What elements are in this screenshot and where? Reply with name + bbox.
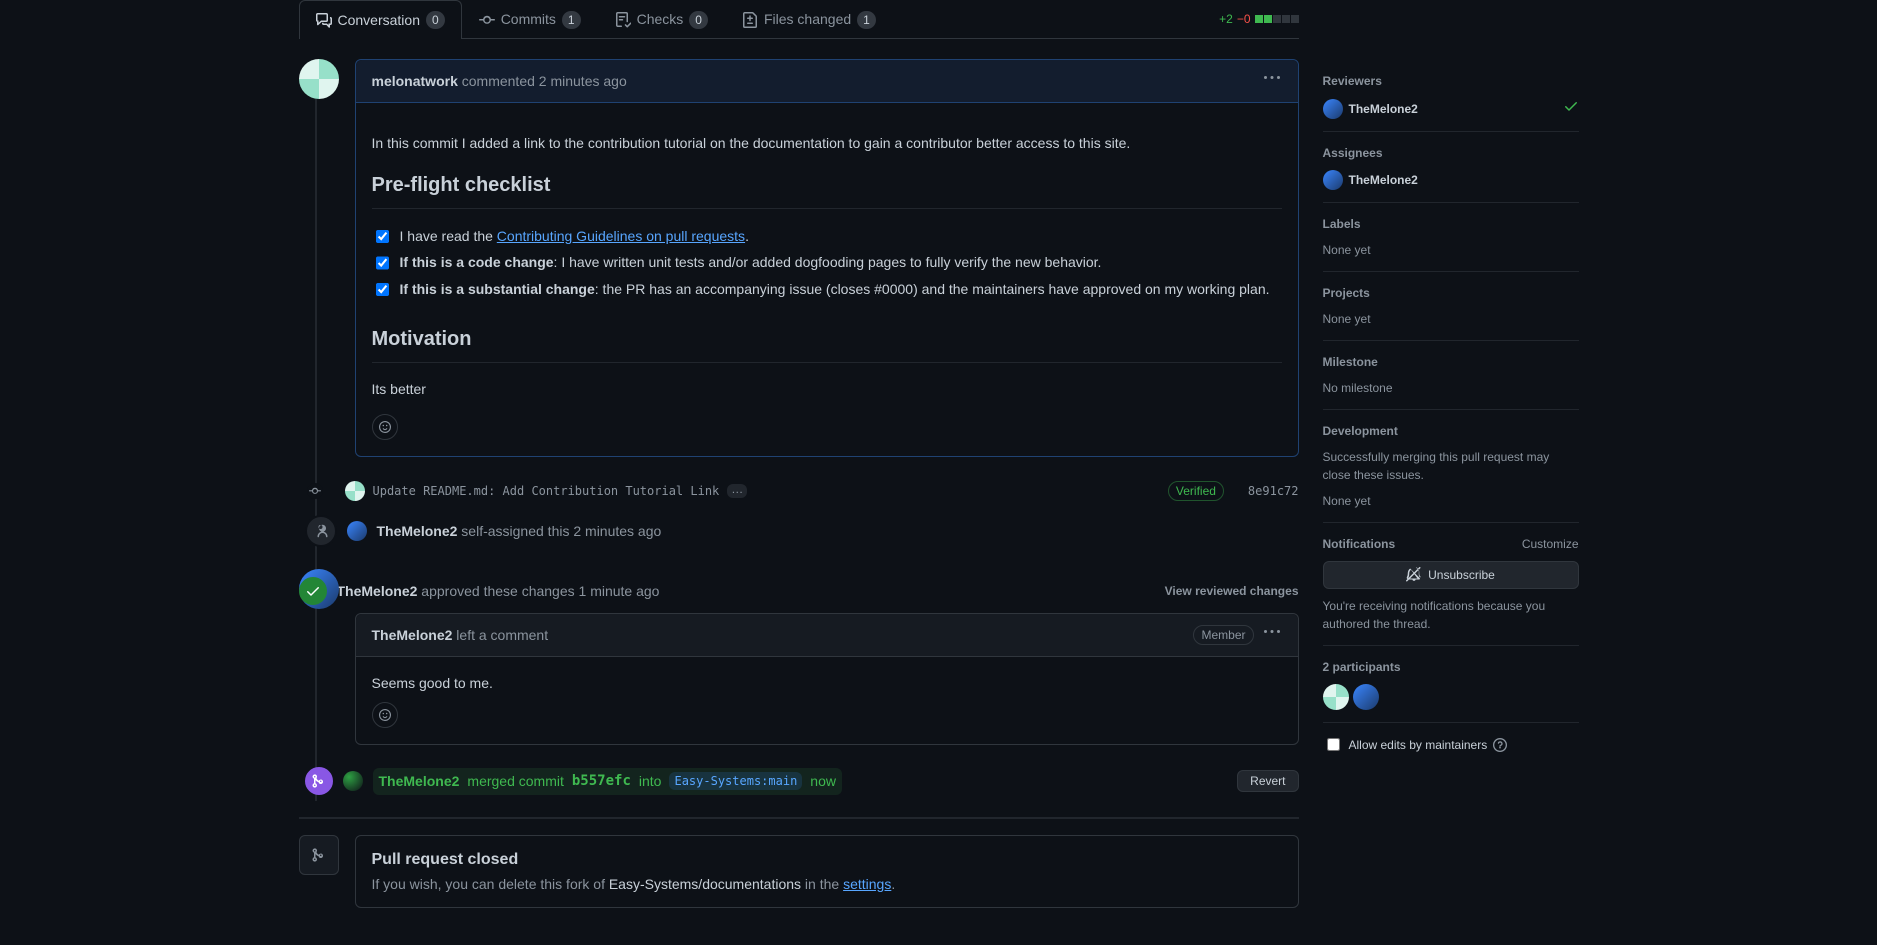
tab-files-label: Files changed (764, 9, 851, 30)
development-value: None yet (1323, 492, 1579, 510)
diff-blocks-icon (1255, 15, 1299, 23)
reviewers-heading[interactable]: Reviewers (1323, 72, 1579, 90)
tab-files-count: 1 (857, 11, 876, 29)
development-desc: Successfully merging this pull request m… (1323, 448, 1579, 484)
checkbox[interactable] (376, 282, 389, 297)
git-merge-icon (305, 767, 333, 795)
milestone-value: No milestone (1323, 379, 1579, 397)
avatar[interactable] (345, 481, 365, 501)
tab-checks-label: Checks (637, 9, 684, 30)
add-reaction-button[interactable] (372, 702, 398, 728)
heading-motivation: Motivation (372, 324, 1282, 363)
kebab-icon[interactable] (1262, 622, 1282, 648)
checkbox[interactable] (376, 229, 389, 244)
commit-row: Update README.md: Add Contribution Tutor… (347, 473, 1299, 509)
tab-conversation-label: Conversation (338, 10, 421, 31)
verified-badge[interactable]: Verified (1168, 481, 1224, 501)
checklist-item: If this is a substantial change: the PR … (372, 278, 1282, 300)
commit-message[interactable]: Update README.md: Add Contribution Tutor… (373, 482, 720, 500)
git-pull-request-closed-icon (299, 835, 339, 875)
settings-link[interactable]: settings (843, 876, 891, 892)
comment-author[interactable]: melonatwork (372, 73, 458, 89)
person-icon (305, 515, 337, 547)
git-commit-icon (307, 483, 323, 499)
pr-sidebar: Reviewers TheMelone2 Assignees TheMelone… (1323, 0, 1579, 908)
merge-branch[interactable]: Easy-Systems:main (669, 772, 802, 790)
projects-heading[interactable]: Projects (1323, 284, 1579, 302)
check-icon (299, 577, 327, 605)
avatar[interactable] (1323, 170, 1343, 190)
comment-body-intro: In this commit I added a link to the con… (372, 133, 1282, 154)
tab-checks-count: 0 (689, 11, 708, 29)
comment-meta: melonatwork commented 2 minutes ago (372, 71, 627, 92)
allow-edits-checkbox[interactable] (1327, 738, 1340, 751)
tab-commits[interactable]: Commits 1 (462, 0, 598, 38)
avatar[interactable] (347, 521, 367, 541)
assignee-user[interactable]: TheMelone2 (1349, 171, 1418, 189)
tab-checks[interactable]: Checks 0 (598, 0, 725, 38)
avatar[interactable] (1353, 684, 1379, 710)
diff-deletions: −0 (1237, 10, 1251, 28)
smiley-icon (379, 419, 391, 435)
file-diff-icon (742, 12, 758, 28)
git-commit-icon (479, 12, 495, 28)
unsubscribe-button[interactable]: Unsubscribe (1323, 561, 1579, 589)
notifications-heading: Notifications (1323, 535, 1396, 553)
labels-value: None yet (1323, 241, 1579, 259)
member-badge: Member (1193, 625, 1253, 645)
avatar[interactable] (1323, 99, 1343, 119)
question-icon[interactable] (1493, 738, 1507, 752)
avatar[interactable] (1323, 684, 1349, 710)
revert-button[interactable]: Revert (1237, 770, 1298, 792)
ellipsis-icon[interactable]: … (727, 484, 747, 498)
bell-slash-icon (1406, 567, 1422, 583)
diff-additions: +2 (1219, 10, 1233, 28)
tab-commits-label: Commits (501, 9, 556, 30)
smiley-icon (379, 707, 391, 723)
motivation-body: Its better (372, 379, 1282, 400)
kebab-icon[interactable] (1262, 68, 1282, 94)
assignees-heading[interactable]: Assignees (1323, 144, 1579, 162)
commit-sha[interactable]: 8e91c72 (1248, 482, 1299, 500)
heading-preflight: Pre-flight checklist (372, 170, 1282, 209)
merge-user[interactable]: TheMelone2 (379, 771, 460, 792)
pr-tabnav: Conversation 0 Commits 1 Checks 0 Files … (299, 0, 1299, 39)
projects-value: None yet (1323, 310, 1579, 328)
review-comment: TheMelone2 left a comment Member Seems g… (355, 613, 1299, 745)
op-comment: melonatwork commented 2 minutes ago In t… (355, 59, 1299, 457)
checkbox[interactable] (376, 255, 389, 270)
development-heading[interactable]: Development (1323, 422, 1579, 440)
avatar[interactable] (299, 59, 339, 99)
allow-edits-label: Allow edits by maintainers (1349, 736, 1488, 754)
merge-sha[interactable]: b557efc (572, 771, 631, 792)
review-comment-author[interactable]: TheMelone2 (372, 627, 453, 643)
labels-heading[interactable]: Labels (1323, 215, 1579, 233)
timeline-assign-event: TheMelone2 self-assigned this 2 minutes … (299, 509, 1299, 553)
tab-files[interactable]: Files changed 1 (725, 0, 893, 38)
closed-title: Pull request closed (372, 848, 1282, 872)
tab-conversation-count: 0 (426, 11, 445, 29)
timeline-merge-event: TheMelone2 merged commit b557efc into Ea… (347, 761, 1299, 801)
event-user[interactable]: TheMelone2 (377, 523, 458, 539)
tab-conversation[interactable]: Conversation 0 (299, 0, 462, 39)
customize-link[interactable]: Customize (1522, 535, 1579, 553)
comment-discussion-icon (316, 12, 332, 28)
notifications-desc: You're receiving notifications because y… (1323, 597, 1579, 633)
contributing-link[interactable]: Contributing Guidelines on pull requests (497, 228, 745, 244)
review-comment-body: Seems good to me. (372, 673, 1282, 694)
tab-commits-count: 1 (562, 11, 581, 29)
checklist-item: If this is a code change: I have written… (372, 251, 1282, 273)
review-user[interactable]: TheMelone2 (337, 583, 418, 599)
approval-header: TheMelone2 approved these changes 1 minu… (355, 569, 1299, 613)
add-reaction-button[interactable] (372, 414, 398, 440)
view-reviewed-changes[interactable]: View reviewed changes (1165, 582, 1299, 600)
checklist-icon (615, 12, 631, 28)
check-icon (1563, 98, 1579, 119)
milestone-heading[interactable]: Milestone (1323, 353, 1579, 371)
participants-heading: 2 participants (1323, 658, 1579, 676)
reviewer-user[interactable]: TheMelone2 (1349, 100, 1418, 118)
diffstat[interactable]: +2 −0 (1219, 10, 1298, 28)
avatar[interactable] (343, 771, 363, 791)
checklist-item: I have read the Contributing Guidelines … (372, 225, 1282, 247)
